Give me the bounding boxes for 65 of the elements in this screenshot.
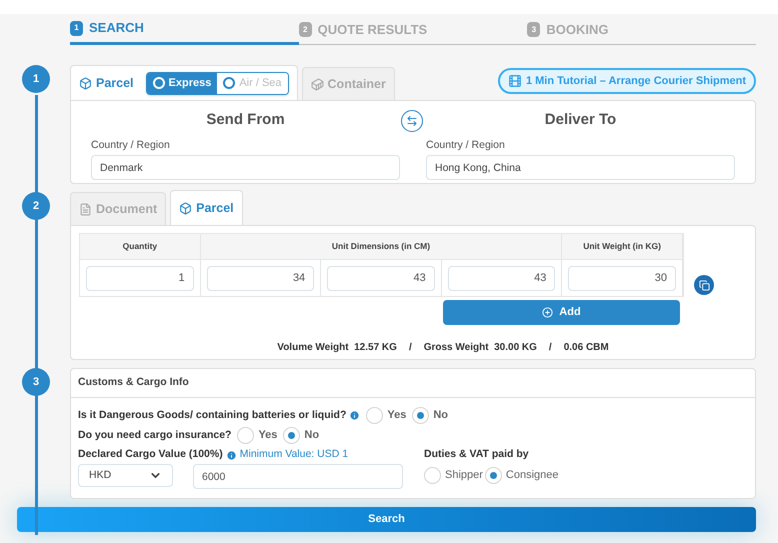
minimum-note: Minimum Value: USD 1 — [240, 447, 348, 462]
info-icon — [349, 410, 360, 421]
country-field[interactable]: Hong Kong, China — [426, 155, 735, 180]
radio-label: Yes — [387, 408, 406, 424]
number-field[interactable]: 34 — [206, 266, 314, 290]
step-tab[interactable]: 2 QUOTE RESULTS — [298, 14, 528, 45]
radio-button[interactable] — [484, 467, 502, 484]
radio-label: Shipper — [445, 468, 483, 484]
field-label: Declared Cargo Value (100%) — [78, 447, 223, 462]
summary-value: 0.06 CBM — [564, 341, 609, 355]
step-marker: 1 — [22, 65, 50, 93]
radio-button[interactable] — [237, 427, 254, 444]
radio-label: No — [304, 428, 320, 444]
card-heading: Customs & Cargo Info — [71, 369, 755, 398]
swap-button[interactable] — [401, 110, 423, 132]
section-heading: Send From — [205, 110, 286, 130]
tab[interactable]: Container — [302, 67, 395, 100]
number-field[interactable]: 30 — [568, 266, 676, 290]
service-toggle[interactable]: Express — [146, 72, 218, 94]
tab[interactable]: Parcel — [170, 190, 243, 225]
column-header: Quantity — [80, 234, 201, 259]
section-heading: Deliver To — [544, 110, 618, 130]
duplicate-button[interactable] — [694, 275, 714, 295]
radio-button[interactable] — [424, 467, 441, 484]
field-label: Country / Region — [426, 138, 506, 152]
field-label: Duties & VAT paid by — [424, 447, 530, 462]
tutorial-button[interactable]: 1 Min Tutorial – Arrange Courier Shipment — [498, 68, 756, 94]
step-tab[interactable]: 3 BOOKING — [527, 14, 756, 45]
amount-field[interactable]: 6000 — [193, 464, 403, 489]
tab[interactable]: Document — [70, 192, 166, 225]
swap-icon — [406, 115, 418, 127]
number-field[interactable]: 43 — [448, 266, 556, 290]
question-text: Do you need cargo insurance? — [78, 428, 232, 443]
add-button[interactable]: Add — [443, 300, 680, 325]
step-marker: 2 — [22, 192, 50, 220]
separator: / — [408, 341, 412, 355]
copy-icon — [698, 280, 710, 290]
radio-button[interactable] — [366, 407, 384, 424]
summary-value: Volume Weight 12.57 KG — [277, 341, 397, 355]
field-label: Country / Region — [91, 138, 171, 152]
currency-select[interactable]: HKD — [78, 464, 173, 487]
radio-label: Consignee — [506, 468, 559, 484]
column-header: Unit Weight (in KG) — [562, 234, 683, 259]
document-icon — [79, 202, 92, 216]
number-field[interactable]: 43 — [327, 266, 435, 290]
radio-button[interactable] — [412, 407, 430, 424]
step-marker: 3 — [22, 368, 50, 396]
question-text: Is it Dangerous Goods/ containing batteries or liquid? — [78, 408, 346, 423]
plus-icon — [542, 307, 554, 318]
container-icon — [310, 78, 324, 90]
info-icon — [226, 450, 237, 460]
radio-button[interactable] — [283, 427, 300, 444]
step-tab[interactable]: 1 SEARCH — [70, 14, 299, 45]
box-icon — [79, 76, 92, 90]
summary-value: Gross Weight 30.00 KG — [424, 341, 537, 355]
radio-label: No — [433, 408, 448, 424]
film-icon — [508, 74, 522, 88]
box-icon — [179, 202, 192, 214]
country-field[interactable]: Denmark — [91, 155, 400, 180]
search-button[interactable]: Search — [17, 506, 756, 532]
column-header: Unit Dimensions (in CM) — [200, 234, 562, 259]
tab[interactable]: Parcel Express Air / Sea — [70, 65, 298, 100]
number-field[interactable]: 1 — [86, 266, 194, 290]
separator: / — [548, 341, 552, 355]
radio-label: Yes — [258, 428, 278, 444]
